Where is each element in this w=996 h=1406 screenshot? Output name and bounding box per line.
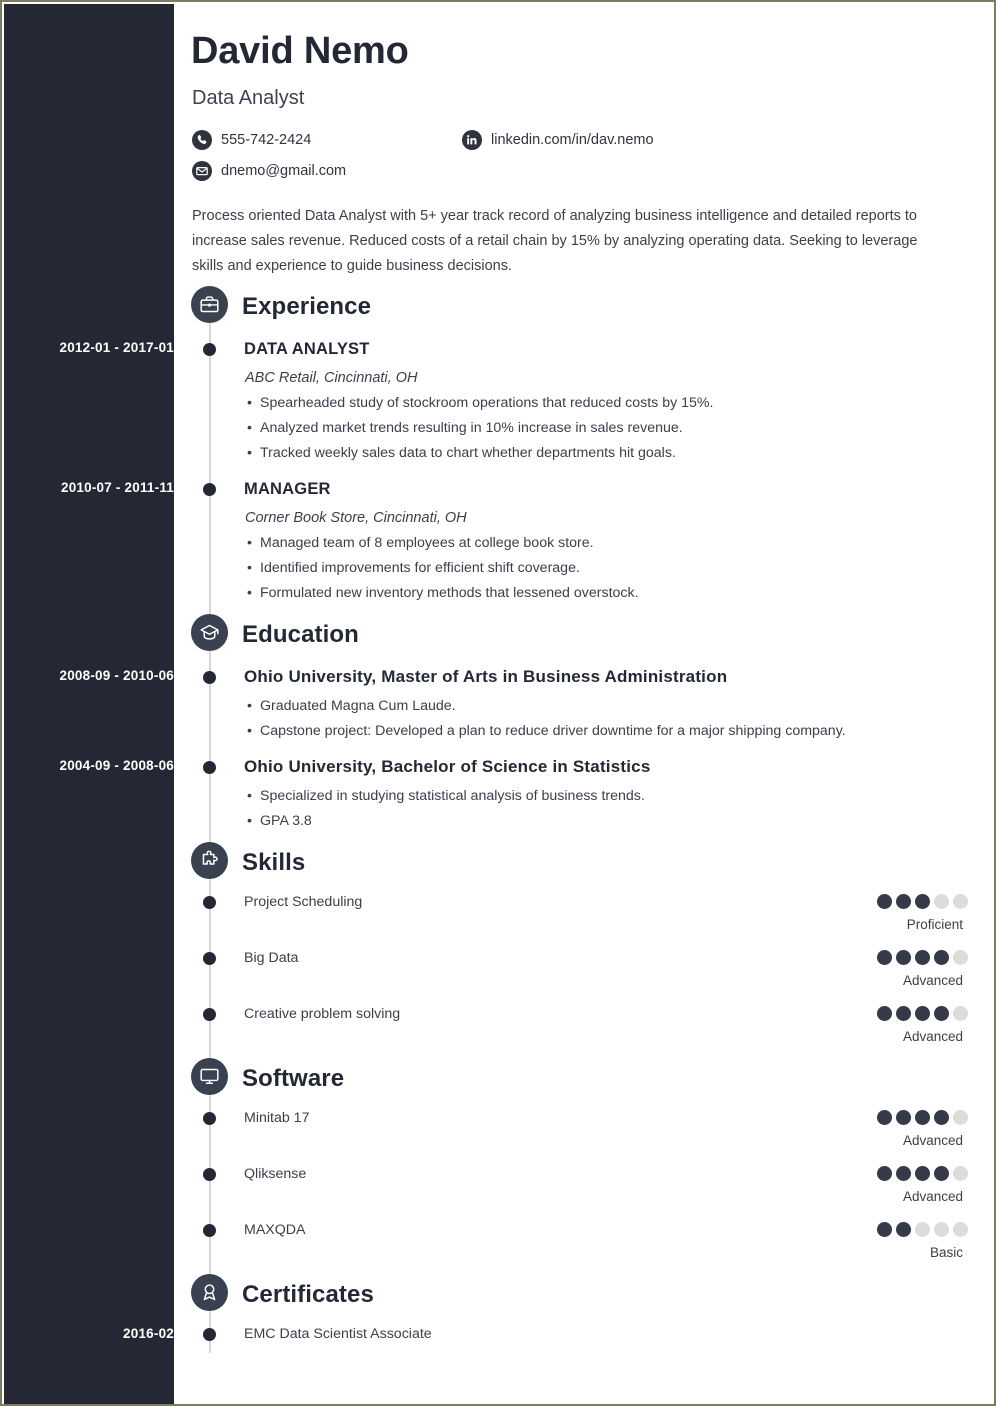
bullet-text: Capstone project: Developed a plan to re… <box>260 723 846 739</box>
award-ribbon-icon <box>191 1274 228 1311</box>
bullet-text: Formulated new inventory methods that le… <box>260 585 639 601</box>
skill-2-level: Advanced <box>902 1029 963 1044</box>
software-2-rating <box>877 1222 968 1237</box>
timeline-dot-software-0 <box>203 1112 216 1125</box>
bullet-text: GPA 3.8 <box>260 813 312 829</box>
monitor-icon <box>191 1058 228 1095</box>
bullet-text: Spearheaded study of stockroom operation… <box>260 395 714 411</box>
timeline-dot-education-0 <box>203 671 216 684</box>
education-0-bullet-1: • Capstone project: Developed a plan to r… <box>247 723 846 739</box>
professional-summary: Process oriented Data Analyst with 5+ ye… <box>192 208 918 274</box>
graduation-cap-icon <box>191 614 228 651</box>
date-education-1: 2004-09 - 2008-06 <box>59 758 174 773</box>
experience-0-bullet-0: • Spearheaded study of stockroom operatio… <box>247 395 714 411</box>
software-0-level: Advanced <box>902 1133 963 1148</box>
candidate-job-title: Data Analyst <box>192 87 305 109</box>
timeline-dot-software-2 <box>203 1224 216 1237</box>
timeline-dot-experience-0 <box>203 343 216 356</box>
section-title-skills: Skills <box>242 849 306 876</box>
education-0-title: Ohio University, Master of Arts in Busin… <box>244 667 728 686</box>
timeline-dot-skill-1 <box>203 952 216 965</box>
section-title-experience: Experience <box>242 293 372 320</box>
timeline-dot-experience-1 <box>203 483 216 496</box>
software-0-name: Minitab 17 <box>244 1110 310 1126</box>
certificate-0-title: EMC Data Scientist Associate <box>244 1326 432 1342</box>
skill-0-rating <box>877 894 968 909</box>
candidate-name: David Nemo <box>191 30 409 72</box>
timeline-dot-certificate-0 <box>203 1328 216 1341</box>
email-icon <box>192 161 212 181</box>
contact-linkedin[interactable]: linkedin.com/in/dav.nemo <box>462 130 654 150</box>
skill-1-level: Advanced <box>902 973 963 988</box>
contact-email-value: dnemo@gmail.com <box>221 163 347 179</box>
skill-0-level: Proficient <box>906 917 963 932</box>
section-title-software: Software <box>242 1065 345 1092</box>
bullet-text: Tracked weekly sales data to chart wheth… <box>260 445 676 461</box>
skill-2-name: Creative problem solving <box>244 1006 401 1022</box>
date-experience-1: 2010-07 - 2011-11 <box>61 480 174 495</box>
timeline-dot-software-1 <box>203 1168 216 1181</box>
section-title-education: Education <box>242 621 359 648</box>
section-title-certificates: Certificates <box>242 1281 374 1308</box>
timeline-dot-education-1 <box>203 761 216 774</box>
experience-1-bullet-0: • Managed team of 8 employees at college … <box>247 535 594 551</box>
bullet-text: Identified improvements for efficient sh… <box>260 560 580 576</box>
experience-1-subtitle: Corner Book Store, Cincinnati, OH <box>245 510 467 526</box>
education-1-title: Ohio University, Bachelor of Science in … <box>244 757 651 776</box>
date-certificate-0: 2016-02 <box>123 1326 174 1341</box>
timeline-dot-skill-2 <box>203 1008 216 1021</box>
education-1-bullet-1: • GPA 3.8 <box>247 813 312 829</box>
skill-0-name: Project Scheduling <box>244 894 363 910</box>
bullet-text: Analyzed market trends resulting in 10% … <box>260 420 683 436</box>
contact-linkedin-value: linkedin.com/in/dav.nemo <box>491 132 654 148</box>
briefcase-icon <box>191 286 228 323</box>
date-education-0: 2008-09 - 2010-06 <box>59 668 174 683</box>
software-1-level: Advanced <box>902 1189 963 1204</box>
bullet-text: Graduated Magna Cum Laude. <box>260 698 456 714</box>
software-1-rating <box>877 1166 968 1181</box>
software-1-name: Qliksense <box>244 1166 307 1182</box>
timeline-rail-skills <box>209 879 211 1087</box>
bullet-text: Specialized in studying statistical anal… <box>260 788 645 804</box>
experience-1-title: MANAGER <box>244 480 331 498</box>
software-0-rating <box>877 1110 968 1125</box>
experience-0-bullet-2: • Tracked weekly sales data to chart whet… <box>247 445 676 461</box>
puzzle-piece-icon <box>191 842 228 879</box>
phone-icon <box>192 130 212 150</box>
bullet-text: Managed team of 8 employees at college b… <box>260 535 594 551</box>
resume-content: David Nemo Data Analyst 555-742-2424 lin… <box>174 4 994 1404</box>
timeline-rail-software <box>209 1095 211 1303</box>
timeline-dot-skill-0 <box>203 896 216 909</box>
education-0-bullet-0: • Graduated Magna Cum Laude. <box>247 698 456 714</box>
experience-0-bullet-1: • Analyzed market trends resulting in 10%… <box>247 420 683 436</box>
education-1-bullet-0: • Specialized in studying statistical ana… <box>247 788 645 804</box>
experience-1-bullet-1: • Identified improvements for efficient s… <box>247 560 580 576</box>
date-experience-0: 2012-01 - 2017-01 <box>59 340 174 355</box>
software-2-level: Basic <box>929 1245 963 1260</box>
contact-phone[interactable]: 555-742-2424 <box>192 130 311 150</box>
resume-page: 2012-01 - 2017-01 2010-07 - 2011-11 2008… <box>0 0 996 1406</box>
experience-0-title: DATA ANALYST <box>244 340 370 358</box>
experience-0-subtitle: ABC Retail, Cincinnati, OH <box>245 370 418 386</box>
skill-2-rating <box>877 1006 968 1021</box>
skill-1-rating <box>877 950 968 965</box>
skill-1-name: Big Data <box>244 950 299 966</box>
software-2-name: MAXQDA <box>244 1222 306 1238</box>
contact-phone-value: 555-742-2424 <box>221 132 312 148</box>
experience-1-bullet-2: • Formulated new inventory methods that l… <box>247 585 639 601</box>
contact-email[interactable]: dnemo@gmail.com <box>192 161 346 181</box>
linkedin-icon <box>462 130 482 150</box>
sidebar-timeline-dates: 2012-01 - 2017-01 2010-07 - 2011-11 2008… <box>4 4 174 1404</box>
